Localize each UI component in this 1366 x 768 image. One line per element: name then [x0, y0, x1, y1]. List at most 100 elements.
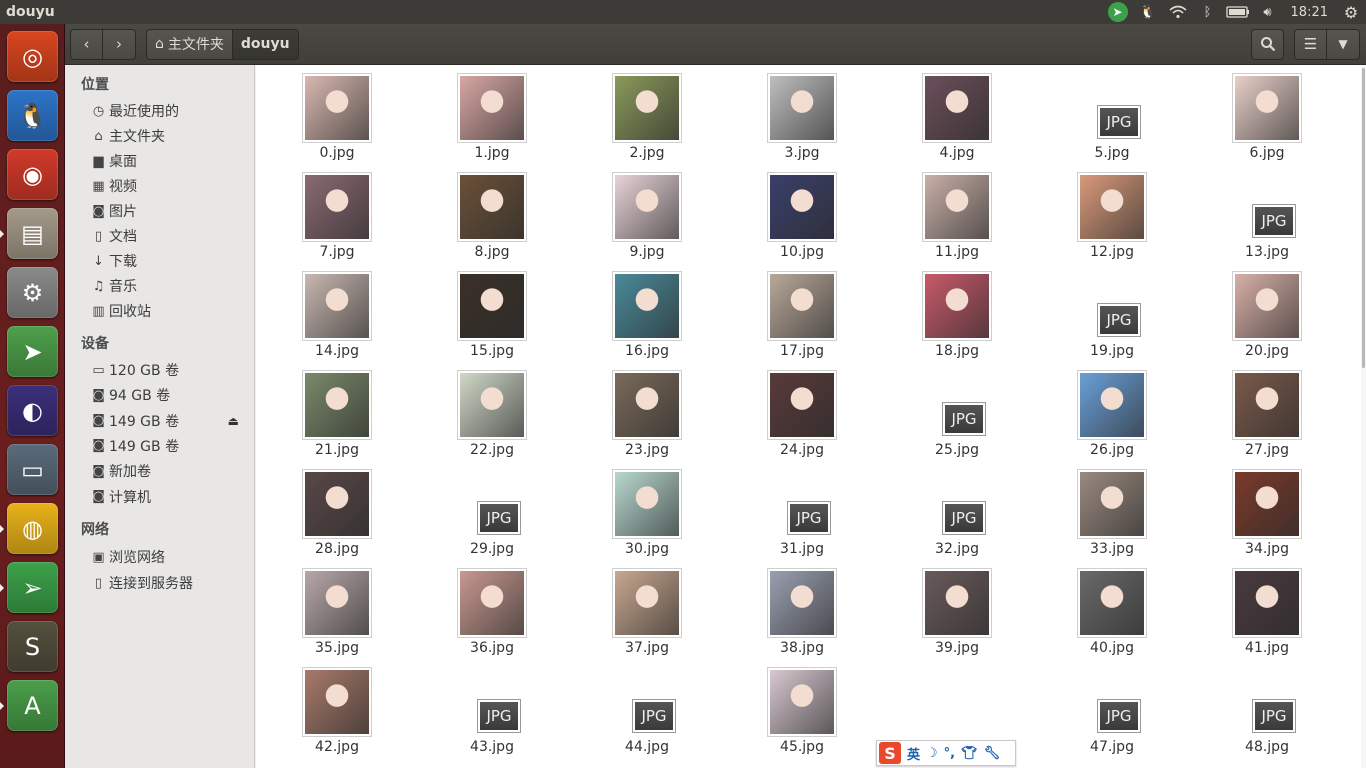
- file-item[interactable]: JPG 31.jpg: [721, 461, 831, 557]
- input-method-bar[interactable]: S 英 ☽ °, 👕︎ 🔧︎: [876, 740, 1016, 766]
- launcher-remote-desktop[interactable]: ▭: [7, 444, 58, 495]
- back-button[interactable]: ‹: [70, 28, 103, 60]
- file-item[interactable]: 3.jpg: [721, 65, 837, 161]
- file-item[interactable]: JPG 13.jpg: [1186, 164, 1296, 260]
- launcher-software-updater[interactable]: ➤: [7, 326, 58, 377]
- breadcrumb-current[interactable]: douyu: [232, 28, 299, 60]
- wifi-icon[interactable]: [1163, 0, 1193, 24]
- launcher-telegram[interactable]: ➢: [7, 562, 58, 613]
- file-icon-view[interactable]: 0.jpg 1.jpg 2.jpg 3.jpg 4.jpg JPG 5.jpg 6.jpg 7.…: [256, 65, 1366, 768]
- scrollbar-thumb[interactable]: [1362, 68, 1365, 368]
- sidebar-network-item[interactable]: ▣ 浏览网络: [89, 546, 249, 568]
- volume-icon[interactable]: 🔊︎: [1253, 0, 1283, 24]
- file-item[interactable]: 15.jpg: [411, 263, 527, 359]
- file-item[interactable]: JPG 29.jpg: [411, 461, 521, 557]
- file-item[interactable]: 35.jpg: [256, 560, 372, 656]
- sidebar-place-item[interactable]: ◙ 图片: [89, 200, 249, 222]
- file-item[interactable]: 2.jpg: [566, 65, 682, 161]
- sidebar-place-item[interactable]: ⌂ 主文件夹: [89, 125, 249, 147]
- moon-icon[interactable]: ☽: [926, 746, 938, 761]
- search-button[interactable]: [1251, 28, 1284, 60]
- launcher-netease-music[interactable]: ◉: [7, 149, 58, 200]
- forward-button[interactable]: ›: [103, 28, 136, 60]
- launcher-ubuntu-dash[interactable]: ◎: [7, 31, 58, 82]
- sidebar-place-item[interactable]: ↓ 下载: [89, 250, 249, 272]
- launcher-sublime-text[interactable]: S: [7, 621, 58, 672]
- file-item[interactable]: 1.jpg: [411, 65, 527, 161]
- launcher-qq[interactable]: 🐧: [7, 90, 58, 141]
- clock[interactable]: 18:21: [1283, 0, 1336, 24]
- file-item[interactable]: JPG 32.jpg: [876, 461, 986, 557]
- menu-button[interactable]: ▼: [1327, 28, 1360, 60]
- file-item[interactable]: JPG 43.jpg: [411, 659, 521, 755]
- file-item[interactable]: 41.jpg: [1186, 560, 1302, 656]
- sidebar-device-item[interactable]: ◙ 94 GB 卷: [89, 384, 249, 406]
- file-item[interactable]: JPG 25.jpg: [876, 362, 986, 458]
- shirt-icon[interactable]: 👕︎: [961, 746, 978, 761]
- file-item[interactable]: 39.jpg: [876, 560, 992, 656]
- sidebar-device-item[interactable]: ◙ 149 GB 卷 ⏏: [89, 410, 249, 432]
- sidebar-place-item[interactable]: ♫ 音乐: [89, 275, 249, 297]
- file-item[interactable]: 9.jpg: [566, 164, 682, 260]
- file-item[interactable]: 21.jpg: [256, 362, 372, 458]
- sidebar-device-item[interactable]: ◙ 计算机: [89, 486, 249, 508]
- telegram-icon[interactable]: ➤: [1103, 0, 1133, 24]
- file-item[interactable]: 20.jpg: [1186, 263, 1302, 359]
- file-item[interactable]: JPG 44.jpg: [566, 659, 676, 755]
- file-item[interactable]: 42.jpg: [256, 659, 372, 755]
- file-item[interactable]: 18.jpg: [876, 263, 992, 359]
- file-item[interactable]: 40.jpg: [1031, 560, 1147, 656]
- file-item[interactable]: 27.jpg: [1186, 362, 1302, 458]
- sidebar-place-item[interactable]: ▥ 回收站: [89, 300, 249, 322]
- scrollbar[interactable]: [1361, 65, 1366, 768]
- sidebar-device-item[interactable]: ▭ 120 GB 卷: [89, 359, 249, 381]
- file-item[interactable]: 16.jpg: [566, 263, 682, 359]
- file-item[interactable]: 23.jpg: [566, 362, 682, 458]
- file-item[interactable]: 37.jpg: [566, 560, 682, 656]
- file-item[interactable]: 30.jpg: [566, 461, 682, 557]
- file-item[interactable]: JPG 48.jpg: [1186, 659, 1296, 755]
- file-item[interactable]: 38.jpg: [721, 560, 837, 656]
- file-item[interactable]: JPG 5.jpg: [1031, 65, 1141, 161]
- sidebar-place-item[interactable]: ◷ 最近使用的: [89, 100, 249, 122]
- sidebar-place-item[interactable]: ▆ 桌面: [89, 150, 249, 172]
- file-item[interactable]: 0.jpg: [256, 65, 372, 161]
- sidebar-place-item[interactable]: ▯ 文档: [89, 225, 249, 247]
- sidebar-place-item[interactable]: ▦ 视频: [89, 175, 249, 197]
- sidebar-device-item[interactable]: ◙ 149 GB 卷: [89, 435, 249, 457]
- file-item[interactable]: 26.jpg: [1031, 362, 1147, 458]
- file-item[interactable]: 10.jpg: [721, 164, 837, 260]
- punctuation-icon[interactable]: °,: [944, 746, 955, 761]
- launcher-chrome[interactable]: ◍: [7, 503, 58, 554]
- file-item[interactable]: 11.jpg: [876, 164, 992, 260]
- battery-icon[interactable]: [1223, 0, 1253, 24]
- breadcrumb-home[interactable]: ⌂ 主文件夹: [146, 28, 233, 60]
- file-item[interactable]: 22.jpg: [411, 362, 527, 458]
- eject-icon[interactable]: ⏏: [228, 414, 239, 428]
- launcher-files[interactable]: ▤: [7, 208, 58, 259]
- bluetooth-icon[interactable]: ᛒ: [1193, 0, 1223, 24]
- file-item[interactable]: 34.jpg: [1186, 461, 1302, 557]
- file-item[interactable]: 36.jpg: [411, 560, 527, 656]
- file-item[interactable]: 24.jpg: [721, 362, 837, 458]
- file-item[interactable]: 12.jpg: [1031, 164, 1147, 260]
- file-item[interactable]: 17.jpg: [721, 263, 837, 359]
- launcher-system-settings[interactable]: ⚙: [7, 267, 58, 318]
- sidebar-network-item[interactable]: ▯ 连接到服务器: [89, 572, 249, 594]
- file-item[interactable]: JPG 19.jpg: [1031, 263, 1141, 359]
- file-item[interactable]: 28.jpg: [256, 461, 372, 557]
- launcher-eclipse[interactable]: ◐: [7, 385, 58, 436]
- file-item[interactable]: 4.jpg: [876, 65, 992, 161]
- sidebar-device-item[interactable]: ◙ 新加卷: [89, 460, 249, 482]
- list-view-button[interactable]: ☰: [1294, 28, 1327, 60]
- file-item[interactable]: JPG 47.jpg: [1031, 659, 1141, 755]
- file-item[interactable]: 6.jpg: [1186, 65, 1302, 161]
- qq-penguin-icon[interactable]: 🐧: [1133, 0, 1163, 24]
- file-item[interactable]: 33.jpg: [1031, 461, 1147, 557]
- file-item[interactable]: 8.jpg: [411, 164, 527, 260]
- wrench-icon[interactable]: 🔧︎: [984, 746, 1001, 761]
- ime-mode[interactable]: 英: [907, 744, 920, 763]
- launcher-software-center[interactable]: A: [7, 680, 58, 731]
- file-item[interactable]: 14.jpg: [256, 263, 372, 359]
- gear-icon[interactable]: ⚙: [1336, 0, 1366, 24]
